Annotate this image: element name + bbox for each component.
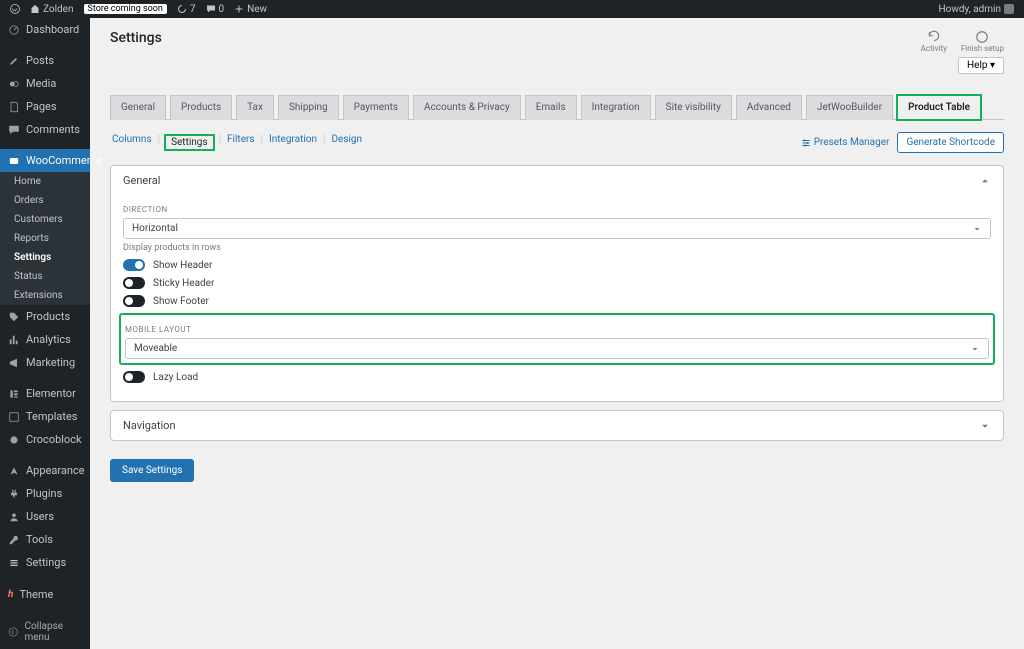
direction-caption: Display products in rows — [123, 243, 991, 253]
tab-advanced[interactable]: Advanced — [736, 95, 802, 120]
chevron-up-icon — [979, 175, 991, 187]
chevron-down-icon — [972, 224, 982, 234]
menu-analytics[interactable]: Analytics — [0, 328, 90, 351]
page-title: Settings — [110, 30, 162, 46]
subtab-integration[interactable]: Integration — [267, 134, 319, 151]
mobile-layout-label: MOBILE LAYOUT — [125, 325, 989, 334]
menu-media[interactable]: Media — [0, 72, 90, 95]
menu-elementor[interactable]: Elementor — [0, 382, 90, 405]
store-status-badge: Store coming soon — [84, 4, 167, 14]
mobile-layout-select[interactable]: Moveable — [125, 338, 989, 359]
site-name[interactable]: Zolden — [30, 4, 74, 15]
navigation-section-header[interactable]: Navigation — [111, 411, 1003, 440]
wp-logo[interactable] — [10, 4, 20, 14]
menu-posts[interactable]: Posts — [0, 49, 90, 72]
settings-tabs: General Products Tax Shipping Payments A… — [110, 94, 1004, 120]
menu-users[interactable]: Users — [0, 505, 90, 528]
submenu-reports[interactable]: Reports — [0, 229, 90, 248]
sub-tabs: Columns| Settings| Filters| Integration|… — [110, 134, 364, 151]
menu-pages[interactable]: Pages — [0, 95, 90, 118]
menu-products[interactable]: Products — [0, 305, 90, 328]
menu-plugins[interactable]: Plugins — [0, 482, 90, 505]
direction-label: DIRECTION — [123, 205, 991, 214]
submenu-extensions[interactable]: Extensions — [0, 286, 90, 305]
lazy-load-label: Lazy Load — [153, 372, 198, 383]
subtab-design[interactable]: Design — [329, 134, 364, 151]
woocommerce-submenu: Home Orders Customers Reports Settings S… — [0, 172, 90, 305]
presets-manager-button[interactable]: Presets Manager — [801, 137, 890, 148]
save-settings-button[interactable]: Save Settings — [110, 459, 194, 482]
activity-button[interactable]: Activity — [921, 30, 947, 53]
new-content[interactable]: New — [234, 4, 267, 15]
menu-settings[interactable]: Settings — [0, 551, 90, 574]
show-footer-toggle[interactable] — [123, 295, 145, 307]
tab-tax[interactable]: Tax — [236, 95, 274, 120]
submenu-settings[interactable]: Settings — [0, 248, 90, 267]
subtab-columns[interactable]: Columns — [110, 134, 154, 151]
tab-emails[interactable]: Emails — [525, 95, 577, 120]
submenu-home[interactable]: Home — [0, 172, 90, 191]
general-section-header[interactable]: General — [111, 166, 1003, 195]
avatar — [1004, 4, 1014, 14]
updates-indicator[interactable]: 7 — [177, 4, 196, 15]
show-footer-label: Show Footer — [153, 296, 209, 307]
submenu-status[interactable]: Status — [0, 267, 90, 286]
sticky-header-toggle[interactable] — [123, 277, 145, 289]
admin-bar: Zolden Store coming soon 7 0 New Howdy, … — [0, 0, 1024, 18]
menu-woocommerce[interactable]: WooCommerce — [0, 149, 90, 172]
show-header-label: Show Header — [153, 260, 212, 271]
main-content: Settings Activity Finish setup Help ▾ Ge… — [90, 18, 1024, 649]
mobile-layout-highlight: MOBILE LAYOUT Moveable — [119, 313, 995, 365]
collapse-menu[interactable]: Collapse menu — [0, 615, 90, 649]
sticky-header-label: Sticky Header — [153, 278, 214, 289]
tab-payments[interactable]: Payments — [343, 95, 409, 120]
help-button[interactable]: Help ▾ — [958, 57, 1004, 74]
comments-indicator[interactable]: 0 — [206, 4, 225, 15]
menu-templates[interactable]: Templates — [0, 405, 90, 428]
tab-shipping[interactable]: Shipping — [278, 95, 339, 120]
lazy-load-toggle[interactable] — [123, 371, 145, 383]
menu-marketing[interactable]: Marketing — [0, 351, 90, 374]
general-section: General DIRECTION Horizontal Display pro… — [110, 165, 1004, 402]
tab-products[interactable]: Products — [170, 95, 232, 120]
tab-integration[interactable]: Integration — [581, 95, 651, 120]
menu-tools[interactable]: Tools — [0, 528, 90, 551]
tab-accounts[interactable]: Accounts & Privacy — [413, 95, 521, 120]
howdy-account[interactable]: Howdy, admin — [939, 4, 1014, 15]
menu-comments[interactable]: Comments — [0, 118, 90, 141]
menu-appearance[interactable]: Appearance — [0, 459, 90, 482]
subtab-filters[interactable]: Filters — [225, 134, 257, 151]
generate-shortcode-button[interactable]: Generate Shortcode — [897, 132, 1004, 153]
tab-site-visibility[interactable]: Site visibility — [655, 95, 732, 120]
direction-select[interactable]: Horizontal — [123, 218, 991, 239]
menu-crocoblock[interactable]: Crocoblock — [0, 428, 90, 451]
subtab-settings[interactable]: Settings — [164, 134, 215, 151]
submenu-customers[interactable]: Customers — [0, 210, 90, 229]
tab-jetwoobuilder[interactable]: JetWooBuilder — [806, 95, 893, 120]
navigation-section: Navigation — [110, 410, 1004, 441]
finish-setup-button[interactable]: Finish setup — [961, 30, 1004, 53]
chevron-down-icon — [970, 344, 980, 354]
submenu-orders[interactable]: Orders — [0, 191, 90, 210]
show-header-toggle[interactable] — [123, 259, 145, 271]
admin-sidebar: Dashboard Posts Media Pages Comments Woo… — [0, 18, 90, 649]
menu-dashboard[interactable]: Dashboard — [0, 18, 90, 41]
tab-general[interactable]: General — [110, 95, 166, 120]
menu-theme[interactable]: hTheme — [0, 582, 90, 607]
tab-product-table[interactable]: Product Table — [897, 95, 981, 120]
chevron-down-icon — [979, 420, 991, 432]
